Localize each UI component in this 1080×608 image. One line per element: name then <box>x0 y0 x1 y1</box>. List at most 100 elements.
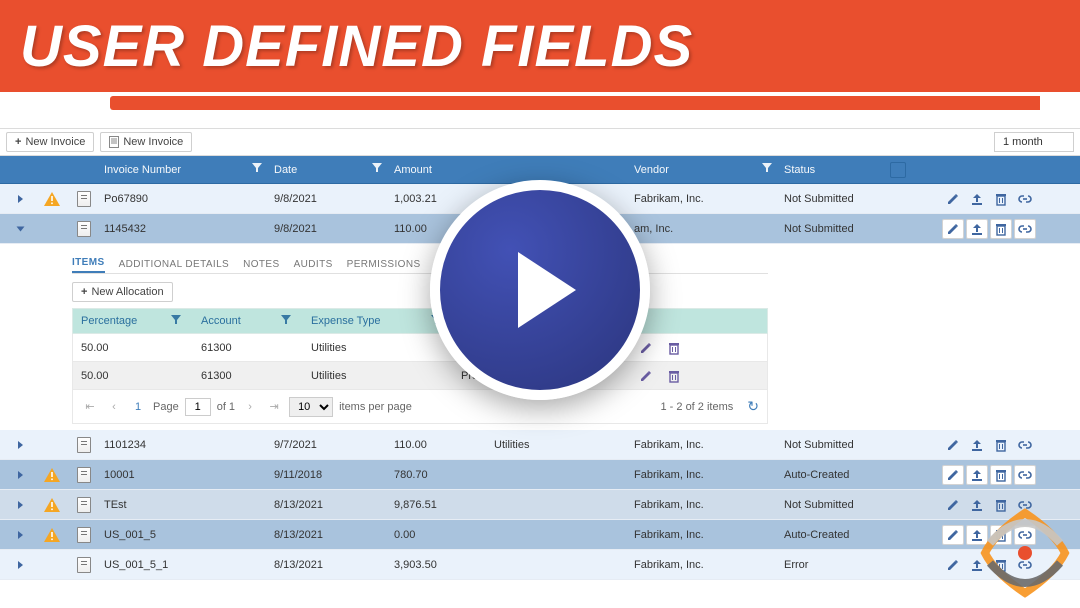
table-row[interactable]: TEst8/13/20219,876.51Fabrikam, Inc.Not S… <box>0 490 1080 520</box>
col-vendor[interactable]: Vendor <box>626 163 776 176</box>
tab-additional-details[interactable]: ADDITIONAL DETAILS <box>119 259 230 273</box>
upload-button[interactable] <box>966 189 988 209</box>
document-icon[interactable] <box>77 497 91 513</box>
pager-last[interactable]: ⇥ <box>265 400 283 413</box>
edit-button[interactable] <box>942 219 964 239</box>
expand-icon[interactable] <box>18 561 23 569</box>
cell-invoice-number: 1145432 <box>96 223 266 235</box>
edit-button[interactable] <box>942 435 964 455</box>
tab-permissions[interactable]: PERMISSIONS <box>347 259 421 273</box>
pager-first[interactable]: ⇤ <box>81 400 99 413</box>
new-invoice-button[interactable]: + New Invoice <box>6 132 94 152</box>
edit-button[interactable] <box>942 495 964 515</box>
expand-icon[interactable] <box>18 195 23 203</box>
col-status[interactable]: Status <box>776 162 906 178</box>
link-button[interactable] <box>1014 189 1036 209</box>
table-row[interactable]: 100019/11/2018780.70Fabrikam, Inc.Auto-C… <box>0 460 1080 490</box>
cell-vendor: Fabrikam, Inc. <box>626 439 776 451</box>
filter-icon[interactable] <box>277 315 295 328</box>
cell-invoice-number: US_001_5_1 <box>96 559 266 571</box>
edit-button[interactable] <box>942 189 964 209</box>
new-invoice-template-button[interactable]: New Invoice <box>100 132 192 152</box>
col-invoice-number[interactable]: Invoice Number <box>96 163 266 176</box>
title-banner: USER DEFINED FIELDS <box>0 0 1080 92</box>
cell-status: Error <box>776 559 906 571</box>
edit-button[interactable] <box>942 525 964 545</box>
expand-icon[interactable] <box>18 501 23 509</box>
cell-date: 9/7/2021 <box>266 439 386 451</box>
upload-button[interactable] <box>966 465 988 485</box>
document-icon[interactable] <box>77 191 91 207</box>
delete-button[interactable] <box>990 555 1012 575</box>
col-date[interactable]: Date <box>266 163 386 176</box>
filter-applied-icon[interactable] <box>890 162 906 178</box>
cell-extra: Utilities <box>486 439 626 451</box>
delete-button[interactable] <box>990 219 1012 239</box>
expand-icon[interactable] <box>16 226 24 231</box>
pager-page-input[interactable] <box>185 398 211 416</box>
document-icon[interactable] <box>77 467 91 483</box>
table-row[interactable]: US_001_5_18/13/20213,903.50Fabrikam, Inc… <box>0 550 1080 580</box>
cell-date: 8/13/2021 <box>266 529 386 541</box>
new-allocation-button[interactable]: + New Allocation <box>72 282 173 302</box>
alloc-col-expense-type[interactable]: Expense Type <box>303 315 453 328</box>
filter-icon[interactable] <box>248 163 266 176</box>
table-row[interactable]: 11012349/7/2021110.00UtilitiesFabrikam, … <box>0 430 1080 460</box>
expand-icon[interactable] <box>18 441 23 449</box>
document-icon[interactable] <box>77 527 91 543</box>
delete-button[interactable] <box>663 338 685 358</box>
warning-icon <box>44 498 60 512</box>
tab-audits[interactable]: AUDITS <box>294 259 333 273</box>
link-button[interactable] <box>1014 465 1036 485</box>
edit-button[interactable] <box>942 465 964 485</box>
alloc-col-account[interactable]: Account <box>193 315 303 328</box>
tab-notes[interactable]: NOTES <box>243 259 279 273</box>
upload-button[interactable] <box>966 435 988 455</box>
tab-items[interactable]: ITEMS <box>72 257 105 273</box>
pager-prev[interactable]: ‹ <box>105 401 123 413</box>
filter-icon[interactable] <box>368 163 386 176</box>
pager-size-select[interactable]: 10 <box>289 397 333 417</box>
document-icon[interactable] <box>77 557 91 573</box>
pager-next[interactable]: › <box>241 401 259 413</box>
expand-icon[interactable] <box>18 531 23 539</box>
link-button[interactable] <box>1014 435 1036 455</box>
delete-button[interactable] <box>990 189 1012 209</box>
edit-button[interactable] <box>635 366 657 386</box>
link-button[interactable] <box>1014 555 1036 575</box>
cell-vendor: Fabrikam, Inc. <box>626 469 776 481</box>
col-amount[interactable]: Amount <box>386 164 486 176</box>
expand-icon[interactable] <box>18 471 23 479</box>
upload-button[interactable] <box>966 525 988 545</box>
link-button[interactable] <box>1014 525 1036 545</box>
toolbar: + New Invoice New Invoice 1 month <box>0 128 1080 156</box>
cell-invoice-number: TEst <box>96 499 266 511</box>
link-button[interactable] <box>1014 219 1036 239</box>
allocation-row[interactable]: 50.0061300UtilitiesAdministrati <box>72 334 768 362</box>
cell-date: 9/11/2018 <box>266 469 386 481</box>
upload-button[interactable] <box>966 555 988 575</box>
cell-date: 8/13/2021 <box>266 559 386 571</box>
play-video-button[interactable] <box>430 180 650 400</box>
filter-icon[interactable] <box>758 163 776 176</box>
allocation-row[interactable]: 50.0061300UtilitiesProduction <box>72 362 768 390</box>
filter-icon[interactable] <box>167 315 185 328</box>
delete-button[interactable] <box>990 525 1012 545</box>
upload-button[interactable] <box>966 219 988 239</box>
edit-button[interactable] <box>635 338 657 358</box>
delete-button[interactable] <box>990 495 1012 515</box>
table-row[interactable]: US_001_58/13/20210.00Fabrikam, Inc.Auto-… <box>0 520 1080 550</box>
link-button[interactable] <box>1014 495 1036 515</box>
document-icon[interactable] <box>77 221 91 237</box>
banner-title: USER DEFINED FIELDS <box>20 13 693 80</box>
edit-button[interactable] <box>942 555 964 575</box>
alloc-col-percentage[interactable]: Percentage <box>73 315 193 328</box>
delete-button[interactable] <box>990 435 1012 455</box>
delete-button[interactable] <box>663 366 685 386</box>
document-icon[interactable] <box>77 437 91 453</box>
delete-button[interactable] <box>990 465 1012 485</box>
refresh-icon[interactable]: ↻ <box>747 398 759 415</box>
upload-button[interactable] <box>966 495 988 515</box>
period-dropdown[interactable]: 1 month <box>994 132 1074 152</box>
banner-underline <box>110 96 1040 110</box>
